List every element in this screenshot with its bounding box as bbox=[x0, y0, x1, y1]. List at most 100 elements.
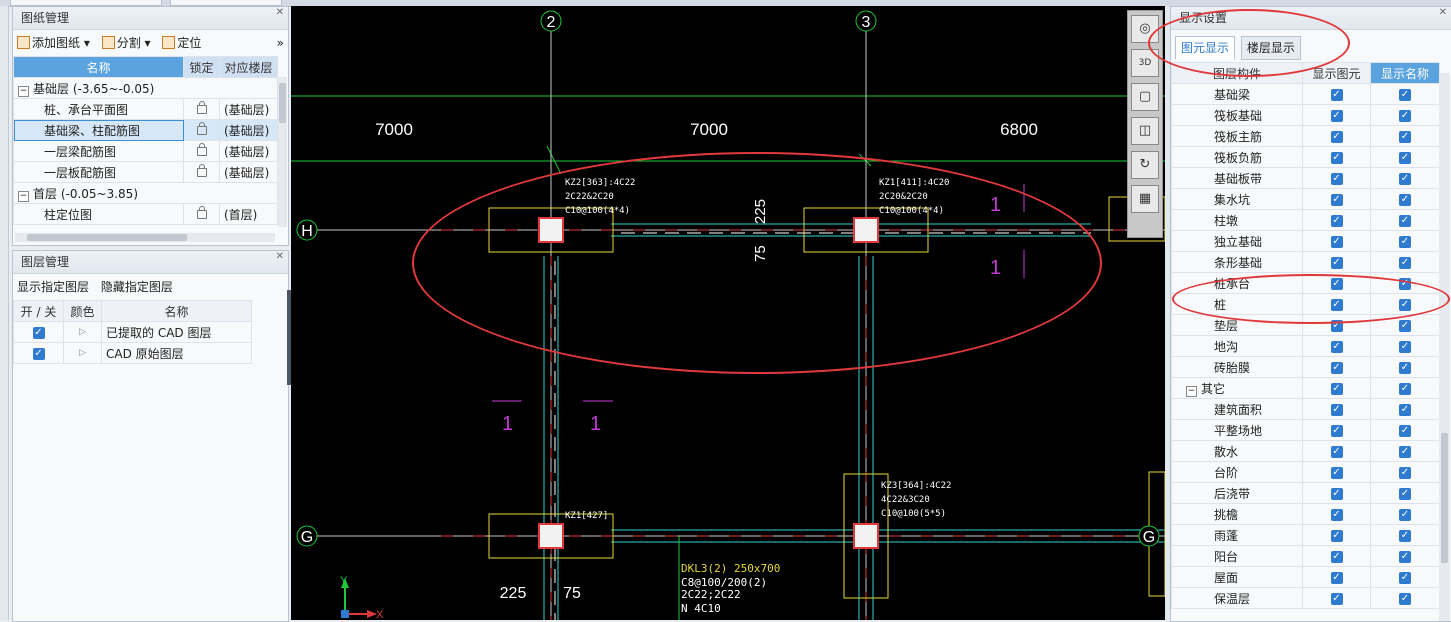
show-element-checkbox[interactable]: ✓ bbox=[1330, 256, 1343, 269]
toolbar-overflow-icon[interactable]: » bbox=[277, 30, 284, 56]
lock-icon[interactable] bbox=[196, 164, 207, 177]
show-name-checkbox[interactable]: ✓ bbox=[1399, 361, 1411, 374]
drawing-group-row[interactable]: − 基础层 (-3.65~-0.05) bbox=[13, 77, 278, 99]
rotate-icon[interactable]: ↻ bbox=[1131, 151, 1159, 179]
display-row[interactable]: 条形基础 ✓ ✓ bbox=[1171, 251, 1440, 273]
show-element-checkbox[interactable]: ✓ bbox=[1330, 88, 1343, 101]
locate-button[interactable]: 定位 bbox=[162, 30, 201, 56]
col-show-name[interactable]: 显示名称 bbox=[1370, 62, 1440, 84]
show-element-checkbox[interactable]: ✓ bbox=[1330, 109, 1343, 122]
show-element-checkbox[interactable]: ✓ bbox=[1330, 361, 1343, 374]
col-floor[interactable]: 对应楼层 bbox=[219, 56, 278, 78]
display-row[interactable]: 集水坑 ✓ ✓ bbox=[1171, 188, 1440, 210]
show-name-checkbox[interactable]: ✓ bbox=[1399, 235, 1411, 248]
show-element-checkbox[interactable]: ✓ bbox=[1330, 466, 1343, 479]
add-drawing-button[interactable]: 添加图纸 ▾ bbox=[17, 30, 90, 56]
display-row[interactable]: 筏板负筋 ✓ ✓ bbox=[1171, 146, 1440, 168]
show-name-checkbox[interactable]: ✓ bbox=[1399, 172, 1411, 185]
show-name-checkbox[interactable]: ✓ bbox=[1399, 529, 1411, 542]
show-element-checkbox[interactable]: ✓ bbox=[1330, 382, 1343, 395]
show-name-checkbox[interactable]: ✓ bbox=[1399, 403, 1411, 416]
show-name-checkbox[interactable]: ✓ bbox=[1399, 319, 1411, 332]
display-row[interactable]: 筏板主筋 ✓ ✓ bbox=[1171, 125, 1440, 147]
drawing-row[interactable]: 基础梁、柱配筋图 (基础层) bbox=[13, 119, 278, 141]
drawing-hscrollbar[interactable] bbox=[15, 233, 275, 242]
display-row[interactable]: 柱墩 ✓ ✓ bbox=[1171, 209, 1440, 231]
show-element-checkbox[interactable]: ✓ bbox=[1330, 214, 1343, 227]
show-element-checkbox[interactable]: ✓ bbox=[1330, 550, 1343, 563]
collapse-icon[interactable]: − bbox=[1186, 385, 1197, 397]
drawing-group-row[interactable]: − 首层 (-0.05~3.85) bbox=[13, 182, 278, 204]
display-row[interactable]: 独立基础 ✓ ✓ bbox=[1171, 230, 1440, 252]
collapse-icon[interactable]: − bbox=[18, 85, 29, 97]
display-row[interactable]: 阳台 ✓ ✓ bbox=[1171, 545, 1440, 567]
lock-icon[interactable] bbox=[196, 122, 207, 135]
expand-arrow-icon[interactable]: ▷ bbox=[79, 327, 86, 337]
lock-icon[interactable] bbox=[196, 101, 207, 114]
display-row[interactable]: 挑檐 ✓ ✓ bbox=[1171, 503, 1440, 525]
top-view-icon[interactable]: ▢ bbox=[1131, 83, 1159, 111]
close-icon[interactable]: ✕ bbox=[276, 251, 284, 262]
show-name-checkbox[interactable]: ✓ bbox=[1399, 193, 1411, 206]
show-name-checkbox[interactable]: ✓ bbox=[1399, 487, 1411, 500]
drawing-scrollbar[interactable] bbox=[278, 77, 287, 227]
display-group-row[interactable]: − 其它 ✓ ✓ bbox=[1171, 377, 1440, 399]
lock-icon[interactable] bbox=[196, 206, 207, 219]
layer-row[interactable]: ✓ ▷ CAD 原始图层 bbox=[13, 342, 252, 364]
split-button[interactable]: 分割 ▾ bbox=[101, 30, 151, 56]
display-row[interactable]: 台阶 ✓ ✓ bbox=[1171, 461, 1440, 483]
show-element-checkbox[interactable]: ✓ bbox=[1330, 508, 1343, 521]
col-name[interactable]: 名称 bbox=[13, 56, 184, 78]
show-name-checkbox[interactable]: ✓ bbox=[1399, 214, 1411, 227]
display-row[interactable]: 平整场地 ✓ ✓ bbox=[1171, 419, 1440, 441]
display-row[interactable]: 后浇带 ✓ ✓ bbox=[1171, 482, 1440, 504]
hide-layer-button[interactable]: 隐藏指定图层 bbox=[101, 274, 173, 300]
show-element-checkbox[interactable]: ✓ bbox=[1330, 403, 1343, 416]
show-element-checkbox[interactable]: ✓ bbox=[1330, 172, 1343, 185]
show-element-checkbox[interactable]: ✓ bbox=[1330, 193, 1343, 206]
show-name-checkbox[interactable]: ✓ bbox=[1399, 466, 1411, 479]
show-name-checkbox[interactable]: ✓ bbox=[1399, 424, 1411, 437]
lock-icon[interactable] bbox=[196, 143, 207, 156]
show-element-checkbox[interactable]: ✓ bbox=[1330, 529, 1343, 542]
show-name-checkbox[interactable]: ✓ bbox=[1399, 382, 1411, 395]
drawing-row[interactable]: 一层梁配筋图 (基础层) bbox=[13, 140, 278, 162]
show-element-checkbox[interactable]: ✓ bbox=[1330, 445, 1343, 458]
show-name-checkbox[interactable]: ✓ bbox=[1399, 130, 1411, 143]
show-name-checkbox[interactable]: ✓ bbox=[1399, 109, 1411, 122]
col-lock[interactable]: 锁定 bbox=[183, 56, 220, 78]
show-name-checkbox[interactable]: ✓ bbox=[1399, 592, 1411, 605]
layer-row[interactable]: ✓ ▷ 已提取的 CAD 图层 bbox=[13, 321, 252, 343]
show-element-checkbox[interactable]: ✓ bbox=[1330, 487, 1343, 500]
layer-toggle-checkbox[interactable]: ✓ bbox=[32, 347, 45, 360]
drawing-row[interactable]: 一层板配筋图 (基础层) bbox=[13, 161, 278, 183]
show-element-checkbox[interactable]: ✓ bbox=[1330, 235, 1343, 248]
show-name-checkbox[interactable]: ✓ bbox=[1399, 550, 1411, 563]
collapse-icon[interactable]: − bbox=[18, 190, 29, 202]
show-name-checkbox[interactable]: ✓ bbox=[1399, 508, 1411, 521]
display-row[interactable]: 基础板带 ✓ ✓ bbox=[1171, 167, 1440, 189]
display-row[interactable]: 基础梁 ✓ ✓ bbox=[1171, 83, 1440, 105]
display-row[interactable]: 地沟 ✓ ✓ bbox=[1171, 335, 1440, 357]
show-layer-button[interactable]: 显示指定图层 bbox=[17, 274, 89, 300]
show-element-checkbox[interactable]: ✓ bbox=[1330, 340, 1343, 353]
display-row[interactable]: 雨蓬 ✓ ✓ bbox=[1171, 524, 1440, 546]
show-name-checkbox[interactable]: ✓ bbox=[1399, 571, 1411, 584]
show-name-checkbox[interactable]: ✓ bbox=[1399, 445, 1411, 458]
show-element-checkbox[interactable]: ✓ bbox=[1330, 424, 1343, 437]
drawing-row[interactable]: 柱定位图 (首层) bbox=[13, 203, 278, 225]
display-row[interactable]: 砖胎膜 ✓ ✓ bbox=[1171, 356, 1440, 378]
display-row[interactable]: 屋面 ✓ ✓ bbox=[1171, 566, 1440, 588]
drawing-row[interactable]: 桩、承台平面图 (基础层) bbox=[13, 98, 278, 120]
display-row[interactable]: 建筑面积 ✓ ✓ bbox=[1171, 398, 1440, 420]
display-scrollbar[interactable] bbox=[1439, 73, 1450, 621]
show-element-checkbox[interactable]: ✓ bbox=[1330, 151, 1343, 164]
display-row[interactable]: 保温层 ✓ ✓ bbox=[1171, 587, 1440, 609]
show-element-checkbox[interactable]: ✓ bbox=[1330, 592, 1343, 605]
show-name-checkbox[interactable]: ✓ bbox=[1399, 151, 1411, 164]
display-row[interactable]: 筏板基础 ✓ ✓ bbox=[1171, 104, 1440, 126]
show-name-checkbox[interactable]: ✓ bbox=[1399, 256, 1411, 269]
show-name-checkbox[interactable]: ✓ bbox=[1399, 88, 1411, 101]
display-row[interactable]: 散水 ✓ ✓ bbox=[1171, 440, 1440, 462]
cube-view-icon[interactable]: ◫ bbox=[1131, 117, 1159, 145]
